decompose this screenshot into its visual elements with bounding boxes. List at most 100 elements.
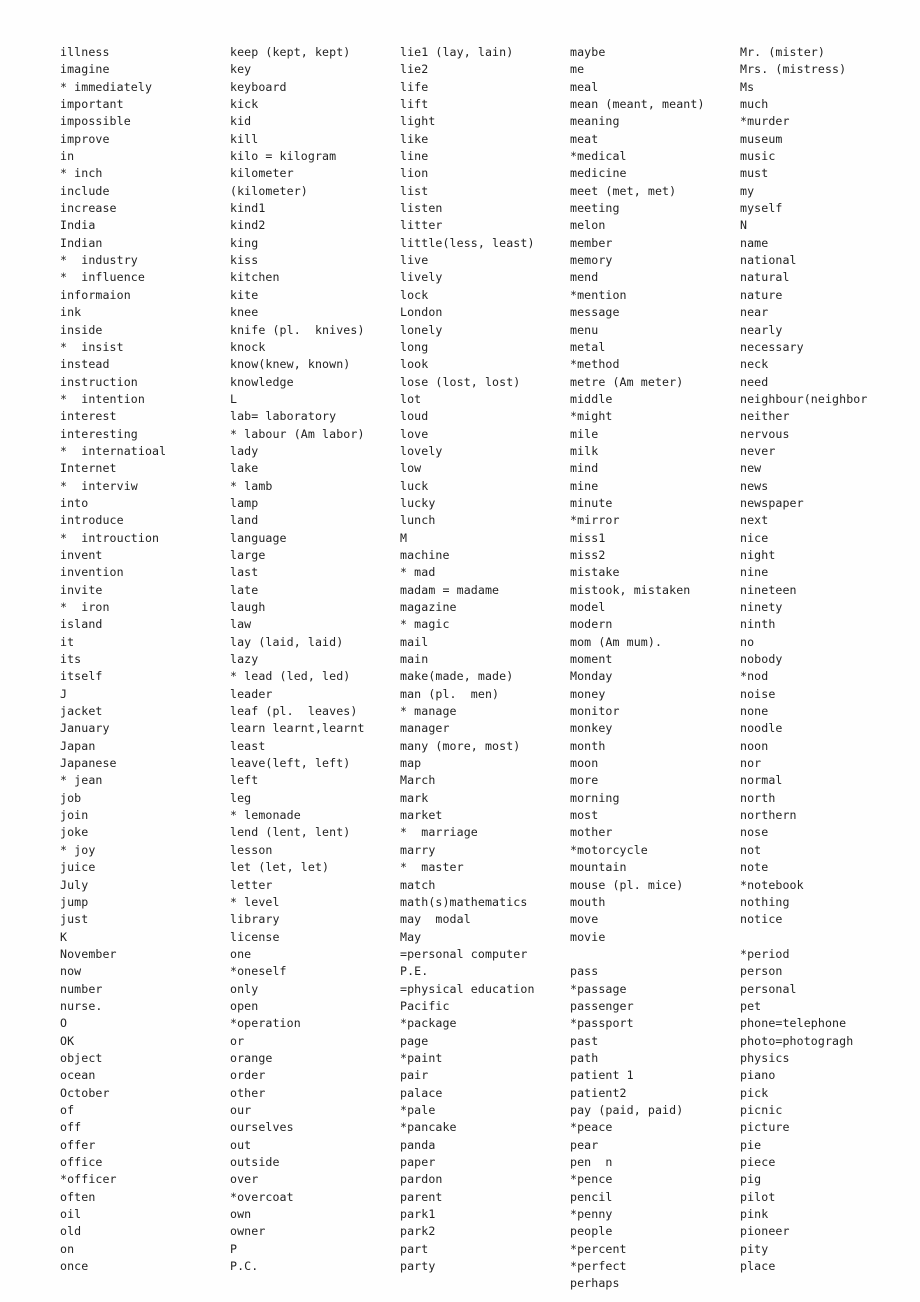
word-entry: magazine	[400, 600, 457, 614]
word-entry: noise	[740, 686, 776, 701]
word-entry: park1	[400, 1207, 436, 1222]
word-entry: new	[740, 461, 762, 476]
word-entry: monkey	[570, 721, 613, 736]
word-entry: person	[740, 964, 783, 979]
word-entry: member	[570, 235, 613, 250]
word-entry: *medical	[570, 149, 627, 164]
word-entry: out	[230, 1137, 252, 1152]
word-entry: mountain	[570, 860, 627, 875]
word-entry: * joy	[60, 842, 96, 857]
word-entry: informaion	[60, 287, 131, 302]
word-entry: introduce	[60, 513, 124, 528]
word-entry: only	[230, 981, 259, 996]
word-entry: music	[740, 149, 776, 164]
word-entry: like	[400, 131, 429, 146]
word-list-columns: illness imagine * immediately important impo…	[60, 44, 900, 1293]
word-entry: lamp	[230, 495, 259, 510]
word-entry: March	[400, 773, 436, 788]
word-entry: P.C.	[230, 1259, 259, 1274]
word-entry: Pacific	[400, 998, 450, 1013]
word-entry: kite	[230, 287, 259, 302]
word-entry: job	[60, 790, 82, 805]
word-entry: *peace	[570, 1120, 613, 1135]
column-4: maybe me meal mean (meant, meant) meaning mea…	[570, 44, 740, 1293]
word-entry: people	[570, 1224, 613, 1239]
word-entry: K	[60, 929, 68, 944]
word-entry: piano	[740, 1068, 776, 1083]
word-entry: love	[400, 426, 429, 441]
word-entry: party	[400, 1259, 436, 1274]
word-entry: * influence	[60, 270, 145, 285]
word-entry: marry	[400, 842, 436, 857]
word-entry: noon	[740, 738, 769, 753]
word-entry: many (more, most)	[400, 738, 521, 753]
word-entry: may modal	[400, 912, 471, 927]
word-entry: O	[60, 1016, 68, 1031]
word-entry: metal	[570, 339, 606, 354]
word-entry: know(knew, known)	[230, 357, 351, 372]
word-entry: *oneself	[230, 964, 287, 979]
word-entry: look	[400, 357, 429, 372]
word-entry: itself	[60, 669, 103, 684]
word-entry: photo=photogragh	[740, 1033, 854, 1048]
word-entry: national	[740, 253, 797, 268]
word-entry: meat	[570, 131, 599, 146]
word-entry: join	[60, 808, 89, 823]
word-entry: line	[400, 149, 429, 164]
word-entry: pilot	[740, 1189, 776, 1204]
word-entry: of	[60, 1102, 75, 1117]
word-entry: knife (pl. knives)	[230, 322, 365, 337]
word-entry: mine	[570, 478, 599, 493]
word-entry: make(made, made)	[400, 669, 514, 684]
word-entry: it	[60, 634, 75, 649]
word-entry: Indian	[60, 235, 103, 250]
word-entry: pet	[740, 998, 762, 1013]
word-entry: * intention	[60, 391, 145, 406]
word-entry: meet (met, met)	[570, 183, 677, 198]
word-entry: learn learnt,learnt	[230, 721, 365, 736]
word-entry: mother	[570, 825, 613, 840]
word-entry: picnic	[740, 1102, 783, 1117]
word-entry: kid	[230, 114, 252, 129]
word-entry: melon	[570, 218, 606, 233]
word-entry: miss1	[570, 530, 606, 545]
word-entry: mouse (pl. mice)	[570, 877, 684, 892]
word-entry: pair	[400, 1068, 429, 1083]
word-entry: message	[570, 305, 620, 320]
word-entry: life	[400, 79, 429, 94]
word-entry: pity	[740, 1241, 769, 1256]
word-entry: leg	[230, 790, 252, 805]
word-entry: *might	[570, 409, 613, 424]
word-entry: letter	[230, 877, 273, 892]
word-entry: litter	[400, 218, 443, 233]
word-entry: October	[60, 1085, 110, 1100]
word-entry: listen	[400, 201, 443, 216]
word-entry: nearly	[740, 322, 783, 337]
word-entry: * mad	[400, 565, 436, 580]
word-entry: panda	[400, 1137, 436, 1152]
word-entry: meeting	[570, 201, 620, 216]
word-entry: nature	[740, 287, 783, 302]
word-entry: illness	[60, 45, 110, 59]
word-entry: metre (Am meter)	[570, 374, 684, 389]
word-entry: northern	[740, 808, 797, 823]
word-entry: kill	[230, 131, 259, 146]
word-entry: * internatioal	[60, 443, 167, 458]
word-entry: just	[60, 912, 89, 927]
word-entry: name	[740, 235, 769, 250]
word-entry: perhaps	[570, 1276, 620, 1291]
word-entry: * immediately	[60, 79, 153, 94]
word-entry: place	[740, 1259, 776, 1274]
word-entry: patient 1	[570, 1068, 634, 1083]
word-entry: main	[400, 652, 429, 667]
word-entry: lazy	[230, 652, 259, 667]
word-entry: kilo = kilogram	[230, 149, 337, 164]
word-entry: lake	[230, 461, 259, 476]
column-3: lie1 (lay, lain) lie2 life lift light like lin…	[400, 44, 570, 1275]
word-entry: lose (lost, lost)	[400, 374, 521, 389]
word-entry: *paint	[400, 1050, 443, 1065]
word-entry: Japan	[60, 738, 96, 753]
word-entry: pen n	[570, 1155, 613, 1169]
word-entry: live	[400, 253, 429, 268]
word-entry: manager	[400, 721, 450, 736]
